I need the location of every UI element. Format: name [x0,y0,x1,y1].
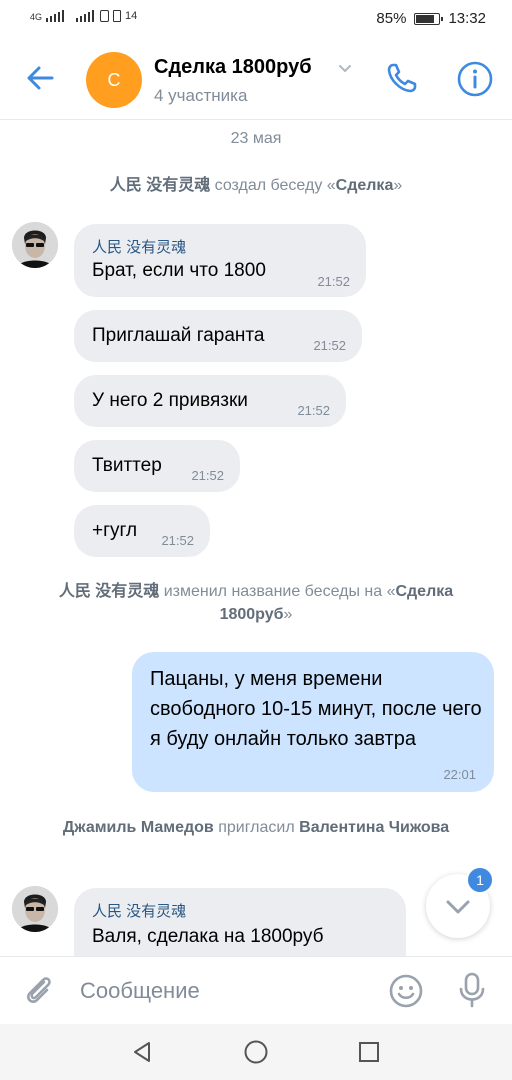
clock: 13:32 [448,10,486,27]
battery-fill [416,14,435,23]
paperclip-icon[interactable] [22,973,56,1007]
status-left: 4G 14 [30,10,137,22]
message-author[interactable]: 人民 没有灵魂 [92,236,186,257]
nav-back-icon[interactable] [130,1040,154,1064]
service-action: пригласил [213,819,300,836]
message-bubble[interactable]: У него 2 привязки 21:52 [74,375,346,427]
service-message: Джамиль Мамедов пригласил Валентина Чижо… [0,816,512,839]
message-text: +гугл [92,520,138,541]
signal-icon [46,10,65,22]
message-bubble[interactable]: Приглашай гаранта 21:52 [74,310,362,362]
phone-icon[interactable] [384,60,420,96]
outgoing-message-bubble[interactable]: Пацаны, у меня времени свободного 10-15 … [132,652,494,792]
service-target[interactable]: Валентина Чижова [299,819,449,836]
info-icon[interactable] [456,60,494,98]
message-author[interactable]: 人民 没有灵魂 [92,900,186,921]
chat-title[interactable]: Сделка 1800руб [154,56,312,79]
microphone-icon[interactable] [456,971,488,1009]
message-time: 22:01 [443,767,476,782]
person-icon [12,886,58,932]
message-text: Валя, сделака на 1800руб [92,926,324,947]
nav-recent-icon[interactable] [358,1041,380,1063]
sim-icon [113,10,122,22]
message-time: 21:52 [191,468,224,483]
battery-percent: 85% [376,10,407,27]
nav-home-icon[interactable] [243,1039,269,1065]
message-time: 21:52 [297,403,330,418]
vibrate-icon [100,10,110,22]
service-end: » [393,177,403,194]
chevron-down-icon[interactable] [338,64,352,74]
message-time: 21:52 [313,338,346,353]
message-composer [0,956,512,1024]
unread-badge[interactable]: 1 [466,866,494,894]
battery-icon [414,12,444,25]
service-actor[interactable]: Джамиль Мамедов [63,819,214,836]
status-right: 85% 13:32 [376,10,486,27]
service-message: 人民 没有灵魂 изменил название беседы на «Сдел… [0,580,512,626]
back-arrow-icon[interactable] [22,60,58,96]
service-action: изменил название беседы на « [159,583,396,600]
service-message: 人民 没有灵魂 создал беседу «Сделка» [0,174,512,197]
message-time: 21:52 [317,274,350,289]
message-bubble[interactable]: +гугл 21:52 [74,505,210,557]
chat-avatar[interactable]: С [86,52,142,108]
avatar[interactable] [12,886,58,932]
message-text: Приглашай гаранта [92,325,265,346]
service-actor[interactable]: 人民 没有灵魂 [59,583,159,600]
message-text: У него 2 привязки [92,390,248,411]
smile-icon[interactable] [388,973,424,1009]
network-type: 4G [30,12,43,22]
message-bubble[interactable]: 人民 没有灵魂 Брат, если что 1800 21:52 [74,224,366,297]
members-count[interactable]: 4 участника [154,86,247,106]
message-text: Брат, если что 1800 [92,260,266,281]
chat-screen: 4G 14 85% 13:32 С Сделка 1800руб 4 участ… [0,0,512,1080]
service-target: Сделка [335,177,394,194]
message-bubble[interactable]: Твиттер 21:52 [74,440,240,492]
signal-icon-2 [76,10,95,22]
message-text: Твиттер [92,455,162,476]
message-input[interactable] [80,973,370,1009]
person-icon [12,222,58,268]
service-end: » [283,606,293,623]
system-nav-bar [0,1024,512,1080]
chat-header: С Сделка 1800руб 4 участника [0,38,512,120]
temperature: 14 [125,10,138,22]
service-action: создал беседу « [210,177,336,194]
avatar[interactable] [12,222,58,268]
service-actor[interactable]: 人民 没有灵魂 [110,177,210,194]
date-separator: 23 мая [230,130,282,147]
message-time: 21:52 [161,533,194,548]
message-text: Пацаны, у меня времени свободного 10-15 … [150,668,482,750]
status-bar: 4G 14 85% 13:32 [0,0,512,38]
